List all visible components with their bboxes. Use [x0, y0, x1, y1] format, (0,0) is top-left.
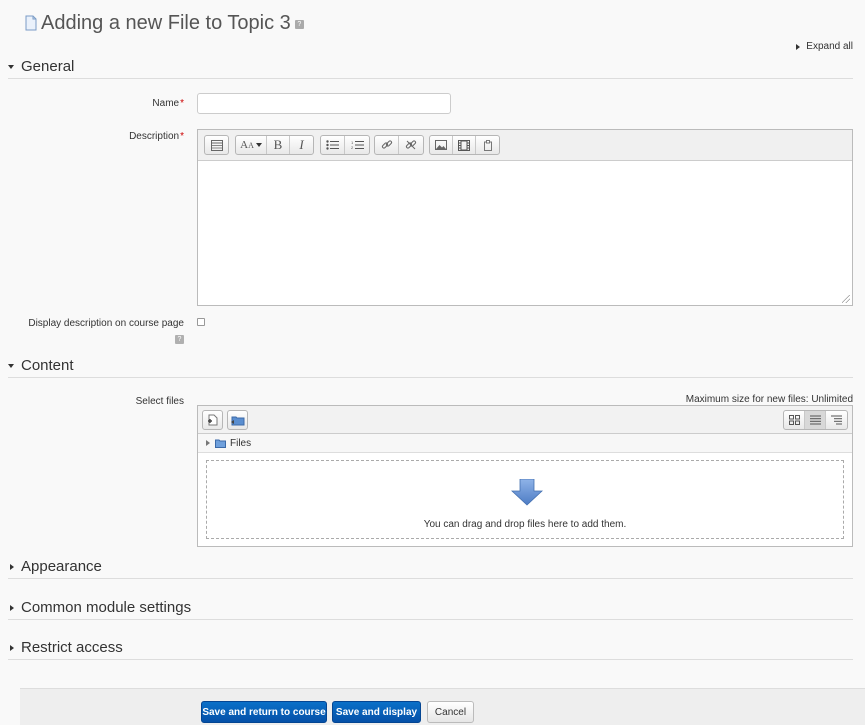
- unlink-icon[interactable]: [399, 136, 423, 154]
- section-general-header[interactable]: General: [8, 55, 853, 79]
- section-appearance-title: Appearance: [21, 558, 102, 575]
- page-title-row: Adding a new File to Topic 3 ?: [24, 10, 304, 36]
- resize-grip-icon[interactable]: [842, 295, 850, 303]
- icons-view-icon[interactable]: [784, 411, 805, 429]
- save-display-button[interactable]: Save and display: [332, 701, 421, 723]
- required-marker: *: [180, 98, 184, 109]
- create-folder-icon[interactable]: [227, 410, 248, 430]
- italic-icon[interactable]: I: [290, 136, 313, 154]
- section-content-title: Content: [21, 357, 74, 374]
- display-description-label: Display description on course page: [28, 318, 184, 329]
- view-toggle-group: [783, 410, 848, 430]
- page-title: Adding a new File to Topic 3: [41, 11, 291, 34]
- expand-arrow-icon: [796, 43, 801, 50]
- expand-all-link[interactable]: Expand all: [796, 41, 853, 52]
- svg-text:2: 2: [351, 145, 354, 150]
- editor-toolbar: AA B I 12: [198, 130, 852, 161]
- ordered-list-icon[interactable]: 12: [345, 136, 369, 154]
- required-marker: *: [180, 131, 184, 142]
- list-view-icon[interactable]: [805, 411, 826, 429]
- folder-icon: [215, 439, 226, 448]
- expand-all-label: Expand all: [806, 41, 853, 52]
- description-label: Description*: [129, 131, 184, 142]
- max-size-text: Maximum size for new files: Unlimited: [685, 394, 853, 405]
- link-icon[interactable]: [375, 136, 399, 154]
- file-drop-zone[interactable]: You can drag and drop files here to add …: [206, 460, 844, 539]
- font-style-icon[interactable]: AA: [236, 136, 267, 154]
- description-editor[interactable]: AA B I 12: [197, 129, 853, 306]
- collapse-arrow-icon: [8, 363, 14, 368]
- add-file-icon[interactable]: [202, 410, 223, 430]
- name-label: Name*: [152, 98, 184, 109]
- section-general-title: General: [21, 58, 75, 75]
- manage-files-icon[interactable]: [476, 136, 499, 154]
- media-icon[interactable]: [453, 136, 476, 154]
- path-arrow-icon: [206, 440, 210, 446]
- image-icon[interactable]: [430, 136, 453, 154]
- help-icon[interactable]: ?: [294, 19, 304, 29]
- drop-instructions: You can drag and drop files here to add …: [423, 519, 627, 530]
- section-restrict-access-title: Restrict access: [21, 639, 123, 656]
- section-common-module-header[interactable]: Common module settings: [8, 596, 853, 620]
- file-manager-toolbar: [198, 406, 852, 434]
- file-path-bar: Files: [198, 434, 852, 453]
- section-content-header[interactable]: Content: [8, 354, 853, 378]
- select-files-label: Select files: [135, 396, 184, 407]
- save-return-button[interactable]: Save and return to course: [201, 701, 327, 723]
- name-input[interactable]: [197, 93, 451, 114]
- section-appearance-header[interactable]: Appearance: [8, 555, 853, 579]
- toolbar-toggle-icon[interactable]: [205, 136, 228, 154]
- file-manager: Files You can drag and drop files here t…: [197, 405, 853, 547]
- bold-icon[interactable]: B: [267, 136, 290, 154]
- section-restrict-access-header[interactable]: Restrict access: [8, 636, 853, 660]
- file-icon: [25, 15, 37, 31]
- help-icon[interactable]: ?: [175, 335, 184, 344]
- section-common-module-title: Common module settings: [21, 599, 192, 616]
- collapse-arrow-icon: [8, 64, 14, 69]
- display-description-checkbox[interactable]: [197, 318, 205, 326]
- expand-arrow-icon: [10, 644, 14, 651]
- drop-arrow-icon: [511, 479, 543, 506]
- expand-arrow-icon: [10, 604, 14, 611]
- expand-arrow-icon: [10, 563, 14, 570]
- cancel-button[interactable]: Cancel: [427, 701, 474, 723]
- unordered-list-icon[interactable]: [321, 136, 345, 154]
- files-path-label[interactable]: Files: [230, 438, 251, 449]
- tree-view-icon[interactable]: [826, 411, 847, 429]
